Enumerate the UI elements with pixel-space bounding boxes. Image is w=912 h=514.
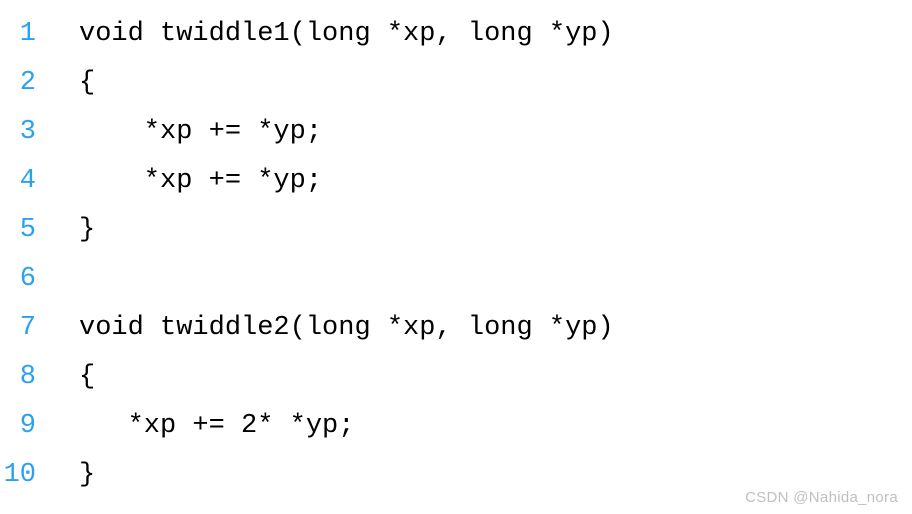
code-block: 1 void twiddle1(long *xp, long *yp) 2 { …	[0, 10, 912, 500]
code-line: 8 {	[0, 353, 912, 402]
code-line: 3 *xp += *yp;	[0, 108, 912, 157]
watermark: CSDN @Nahida_nora	[745, 489, 898, 506]
line-number: 9	[0, 402, 54, 451]
line-number: 6	[0, 255, 54, 304]
code-line: 4 *xp += *yp;	[0, 157, 912, 206]
code-text: void twiddle2(long *xp, long *yp)	[54, 304, 614, 353]
code-text: {	[54, 59, 95, 108]
line-number: 2	[0, 59, 54, 108]
line-number: 8	[0, 353, 54, 402]
line-number: 10	[0, 451, 54, 500]
line-number: 4	[0, 157, 54, 206]
code-line: 9 *xp += 2* *yp;	[0, 402, 912, 451]
code-line: 5 }	[0, 206, 912, 255]
code-text: *xp += *yp;	[54, 157, 322, 206]
code-text: *xp += 2* *yp;	[54, 402, 354, 451]
line-number: 5	[0, 206, 54, 255]
code-text: {	[54, 353, 95, 402]
code-line: 1 void twiddle1(long *xp, long *yp)	[0, 10, 912, 59]
code-line: 7 void twiddle2(long *xp, long *yp)	[0, 304, 912, 353]
code-text: }	[54, 206, 95, 255]
code-line: 6	[0, 255, 912, 304]
code-line: 2 {	[0, 59, 912, 108]
code-text: *xp += *yp;	[54, 108, 322, 157]
line-number: 1	[0, 10, 54, 59]
line-number: 7	[0, 304, 54, 353]
code-text: }	[54, 451, 95, 500]
code-text: void twiddle1(long *xp, long *yp)	[54, 10, 614, 59]
line-number: 3	[0, 108, 54, 157]
